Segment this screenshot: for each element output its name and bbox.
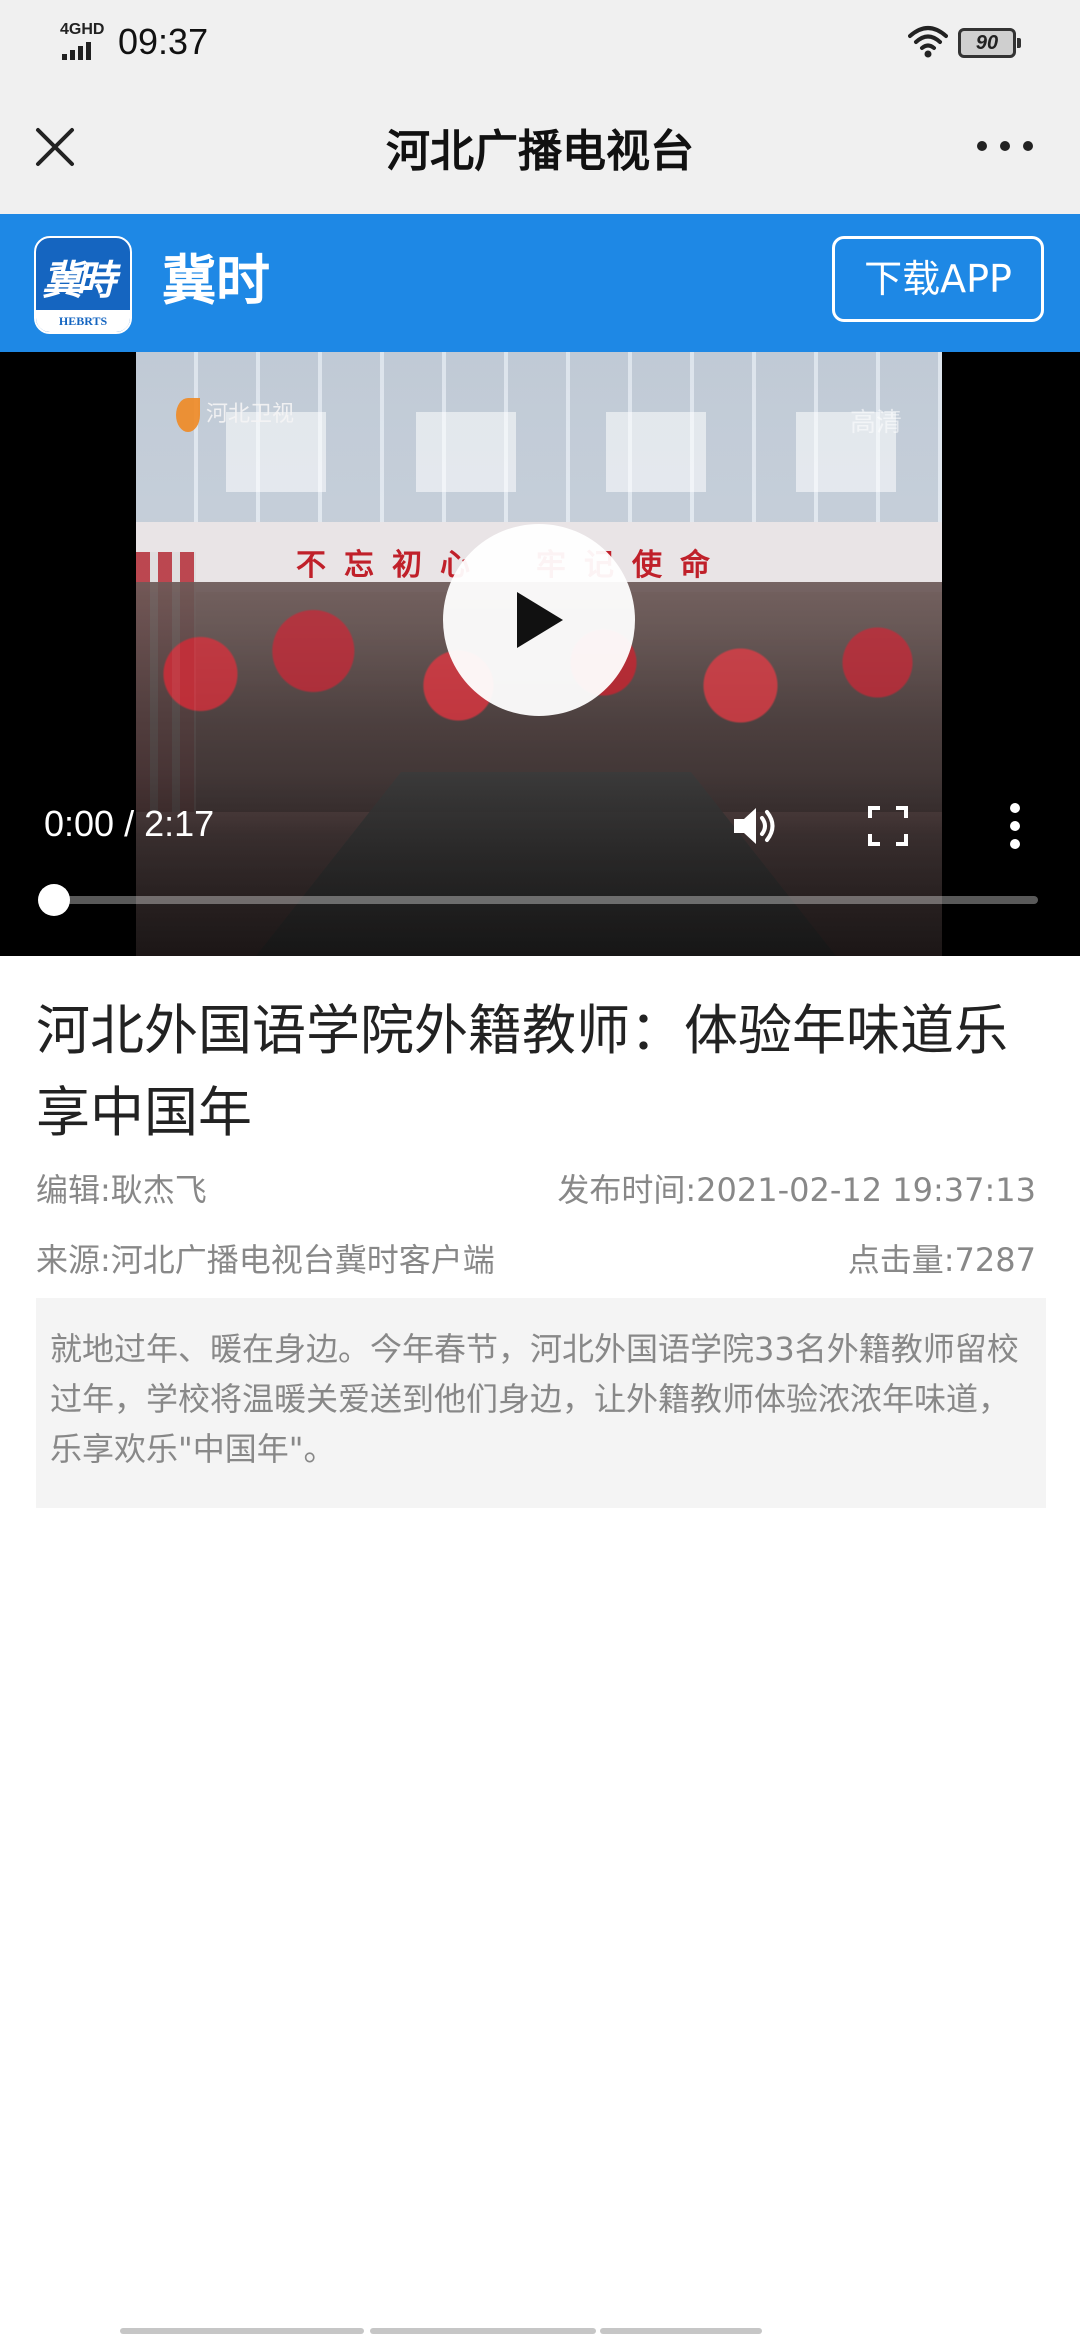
progress-bar[interactable] <box>38 884 1038 916</box>
channel-logo-text: 河北卫视 <box>206 402 295 427</box>
click-count: 点击量:7287 <box>847 1241 1036 1279</box>
clock: 09:37 <box>118 21 209 62</box>
play-icon <box>517 592 563 648</box>
play-button[interactable] <box>443 524 635 716</box>
volume-icon[interactable] <box>730 802 782 850</box>
time-separator: / <box>114 803 145 844</box>
article-summary: 就地过年、暖在身边。今年春节，河北外国语学院33名外籍教师留校过年，学校将温暖关… <box>36 1298 1046 1508</box>
time-display: 0:00 / 2:17 <box>44 802 214 846</box>
download-app-button[interactable]: 下载APP <box>832 236 1044 322</box>
article-title: 河北外国语学院外籍教师：体验年味道乐享中国年 <box>36 999 1008 1144</box>
progress-thumb[interactable] <box>38 884 70 916</box>
more-icon[interactable] <box>970 126 1040 166</box>
home-indicator <box>120 2328 960 2334</box>
overflow-icon[interactable] <box>1004 800 1026 852</box>
status-bar: 4GHD 09:37 90 <box>0 0 1080 86</box>
editor: 编辑:耿杰飞 <box>36 1171 207 1209</box>
title-bar: 河北广播电视台 <box>0 86 1080 214</box>
meta-row-source: 来源:河北广播电视台冀时客户端 点击量:7287 <box>36 1238 1036 1282</box>
battery-icon: 90 <box>958 28 1021 58</box>
current-time: 0:00 <box>44 803 115 844</box>
source: 来源:河北广播电视台冀时客户端 <box>36 1241 495 1279</box>
video-player[interactable]: 不忘初心 牢记使命 河北卫视 高清 0:00 / 2:17 <box>0 352 1080 956</box>
channel-logo: 河北卫视 <box>176 396 306 436</box>
wifi-icon <box>908 26 948 58</box>
app-logo[interactable]: 冀時 HEBRTS <box>34 236 132 334</box>
video-shade <box>0 772 1080 956</box>
app-banner: 冀時 HEBRTS 冀时 下载APP <box>0 214 1080 352</box>
signal-icon <box>62 42 91 60</box>
fullscreen-icon[interactable] <box>866 804 910 848</box>
app-logo-glyphs: 冀時 <box>42 257 116 304</box>
app-name: 冀时 <box>162 249 270 312</box>
app-logo-ribbon: HEBRTS <box>36 310 130 332</box>
duration: 2:17 <box>144 803 215 844</box>
battery-level: 90 <box>975 31 999 54</box>
channel-logo-icon <box>176 398 200 432</box>
publish-time: 发布时间:2021-02-12 19:37:13 <box>557 1171 1036 1209</box>
meta-row-editor: 编辑:耿杰飞 发布时间:2021-02-12 19:37:13 <box>36 1168 1036 1212</box>
page-title: 河北广播电视台 <box>386 126 694 177</box>
hd-mark: 高清 <box>849 408 902 438</box>
network-type: 4GHD <box>60 21 105 38</box>
